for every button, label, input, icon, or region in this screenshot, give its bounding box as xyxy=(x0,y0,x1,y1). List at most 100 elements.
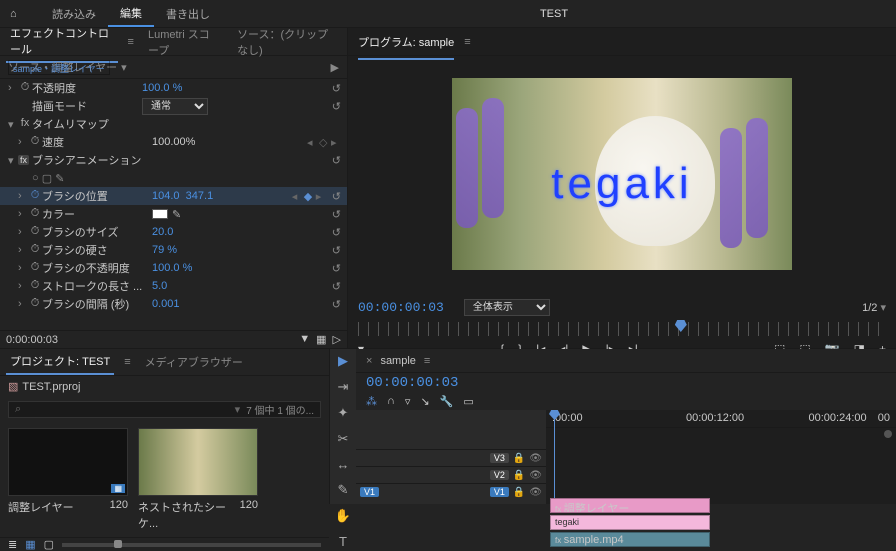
selection-tool-icon[interactable]: ▶ xyxy=(338,353,348,369)
track-select-tool-icon[interactable]: ⇥ xyxy=(338,379,349,395)
kf-add-icon[interactable]: ◆ xyxy=(304,190,314,203)
zoom-select[interactable]: 全体表示 xyxy=(464,299,550,316)
scroll-handle[interactable] xyxy=(884,430,892,438)
zoom-slider[interactable] xyxy=(62,543,321,547)
program-monitor[interactable]: tegaki xyxy=(348,56,896,292)
bin-item[interactable]: ネストされたシーケ...120 xyxy=(138,428,258,531)
twirl[interactable]: › xyxy=(18,190,28,202)
tab-project[interactable]: プロジェクト: TEST xyxy=(6,349,114,375)
resolution-select[interactable]: 1/2 ▾ xyxy=(862,301,886,314)
reset-icon[interactable]: ↺ xyxy=(332,208,341,221)
stopwatch-icon[interactable]: ⏱ xyxy=(28,207,42,221)
track-v3[interactable]: V3 xyxy=(490,453,509,463)
reset-icon[interactable]: ↺ xyxy=(332,280,341,293)
ec-timecode[interactable]: 0:00:00:03 xyxy=(6,334,58,346)
program-ruler[interactable] xyxy=(358,322,886,336)
kf-add-icon[interactable]: ◇ xyxy=(319,136,329,149)
brush-pos-y[interactable]: 347.1 xyxy=(186,190,214,202)
bin-item[interactable]: ▦ 調整レイヤー120 xyxy=(8,428,128,531)
twirl[interactable]: ▾ xyxy=(8,118,18,131)
twirl[interactable]: › xyxy=(18,280,28,292)
ec-src-twirl[interactable]: ▾ xyxy=(121,61,131,74)
kf-next-icon[interactable]: ▸ xyxy=(316,190,326,203)
type-tool-icon[interactable]: T xyxy=(339,534,347,549)
twirl[interactable]: › xyxy=(18,298,28,310)
program-timecode[interactable]: 00:00:00:03 xyxy=(358,300,444,315)
lock-icon[interactable]: 🔒 xyxy=(513,453,525,464)
twirl[interactable]: › xyxy=(18,208,28,220)
kf-prev-icon[interactable]: ◂ xyxy=(292,190,302,203)
brush-pos-x[interactable]: 104.0 xyxy=(152,190,180,202)
stopwatch-icon[interactable]: ⏱ xyxy=(28,279,42,293)
stopwatch-icon[interactable]: ⏱ xyxy=(28,261,42,275)
link-icon[interactable]: ∩ xyxy=(387,395,395,408)
insert-icon[interactable]: ↘ xyxy=(420,395,429,408)
reset-icon[interactable]: ↺ xyxy=(332,262,341,275)
kf-prev-icon[interactable]: ◂ xyxy=(307,136,317,149)
ripple-tool-icon[interactable]: ✦ xyxy=(338,405,349,421)
brush-gap-value[interactable]: 0.001 xyxy=(152,298,222,310)
mask-circle-icon[interactable]: ○ xyxy=(32,172,39,184)
playhead-icon[interactable] xyxy=(675,320,687,332)
lock-icon[interactable]: 🔒 xyxy=(513,470,525,481)
stopwatch-icon[interactable]: ⏱ xyxy=(28,243,42,257)
ec-play-icon[interactable]: ▶ xyxy=(331,61,339,74)
blend-mode-select[interactable]: 通常 xyxy=(142,98,208,115)
ec-clip-label[interactable]: sample・調整レイヤー xyxy=(8,60,110,75)
fx-badge[interactable]: fx xyxy=(18,155,29,165)
filter-icon[interactable]: ▼ xyxy=(299,333,310,346)
eye-icon[interactable]: 👁 xyxy=(529,470,542,481)
brush-op-value[interactable]: 100.0 % xyxy=(152,262,222,274)
speed-value[interactable]: 100.00% xyxy=(152,136,222,148)
play-icon[interactable]: ▷ xyxy=(333,333,341,346)
timeline-ruler[interactable]: :00:00 00:00:12:00 00:00:24:00 00 xyxy=(546,410,896,428)
twirl[interactable]: › xyxy=(18,136,28,148)
timeline-playhead[interactable] xyxy=(554,410,555,504)
icon-view-icon[interactable]: ▦ xyxy=(25,538,35,551)
src-v1[interactable]: V1 xyxy=(360,487,379,497)
clip-sample[interactable]: fx sample.mp4 xyxy=(550,532,710,547)
tab-program[interactable]: プログラム: sample xyxy=(358,30,454,54)
mask-rect-icon[interactable]: ▢ xyxy=(42,172,52,185)
stopwatch-icon[interactable]: ⏱ xyxy=(18,81,32,95)
brush-hard-value[interactable]: 79 % xyxy=(152,244,222,256)
lock-icon[interactable]: 🔒 xyxy=(513,487,525,498)
slip-tool-icon[interactable]: ↔ xyxy=(337,457,350,472)
mask-pen-icon[interactable]: ✎ xyxy=(55,172,64,185)
stopwatch-icon[interactable]: ⏱ xyxy=(28,297,42,311)
stopwatch-icon[interactable]: ⏱ xyxy=(28,225,42,239)
reset-icon[interactable]: ↺ xyxy=(332,190,341,203)
reset-icon[interactable]: ↺ xyxy=(332,244,341,257)
stopwatch-icon[interactable]: ⏱ xyxy=(28,189,42,203)
twirl[interactable]: › xyxy=(18,226,28,238)
filter-icon[interactable]: ▾ xyxy=(235,403,241,416)
clip-tegaki[interactable]: tegaki xyxy=(550,515,710,530)
reset-icon[interactable]: ↺ xyxy=(332,154,341,167)
brush-size-value[interactable]: 20.0 xyxy=(152,226,222,238)
eyedropper-icon[interactable]: ✎ xyxy=(172,208,181,221)
reset-icon[interactable]: ↺ xyxy=(332,82,341,95)
freeform-icon[interactable]: ▢ xyxy=(44,538,54,551)
twirl[interactable]: › xyxy=(18,262,28,274)
reset-icon[interactable]: ↺ xyxy=(332,100,341,113)
timeline-timecode[interactable]: 00:00:00:03 xyxy=(356,373,896,393)
reset-icon[interactable]: ↺ xyxy=(332,298,341,311)
twirl[interactable]: ▾ xyxy=(8,154,18,167)
search-input[interactable] xyxy=(21,404,235,415)
stopwatch-icon[interactable]: ⏱ xyxy=(28,135,42,149)
eye-icon[interactable]: 👁 xyxy=(529,453,542,464)
timeline-icon[interactable]: ▦ xyxy=(316,333,326,346)
fx-icon[interactable]: fx xyxy=(18,117,32,131)
color-swatch[interactable] xyxy=(152,209,168,219)
opacity-value[interactable]: 100.0 % xyxy=(142,82,212,94)
tab-media-browser[interactable]: メディアブラウザー xyxy=(141,350,247,374)
clip-adjustment[interactable]: fx 調整レイヤー xyxy=(550,498,710,513)
pen-tool-icon[interactable]: ✎ xyxy=(338,482,349,498)
track-area[interactable]: :00:00 00:00:12:00 00:00:24:00 00 fx 調整レ… xyxy=(546,410,896,504)
twirl[interactable]: › xyxy=(8,82,18,94)
twirl[interactable]: › xyxy=(18,244,28,256)
hand-tool-icon[interactable]: ✋ xyxy=(335,508,351,524)
cc-icon[interactable]: ▭ xyxy=(463,395,473,408)
eye-icon[interactable]: 👁 xyxy=(529,487,542,498)
sequence-tab[interactable]: sample xyxy=(380,355,415,367)
